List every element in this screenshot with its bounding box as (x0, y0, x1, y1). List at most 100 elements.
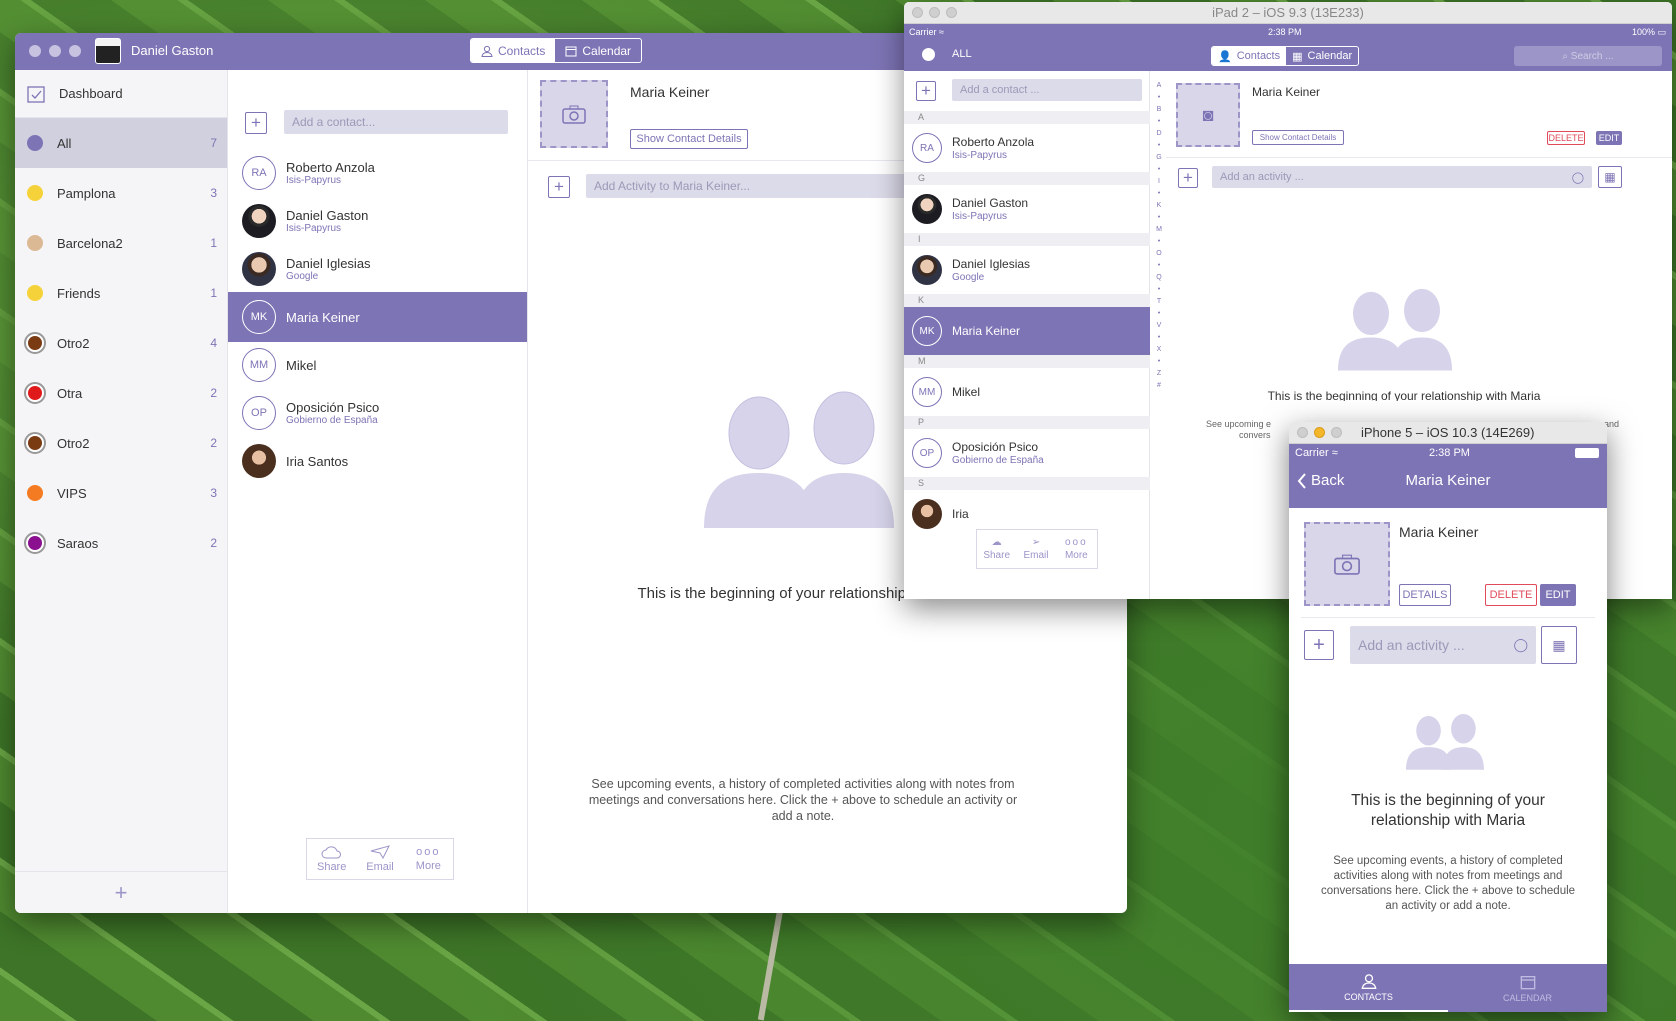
contact-row[interactable]: OP Oposición Psico Gobierno de España (228, 388, 527, 438)
contact-photo-avatar (912, 194, 942, 224)
details-button[interactable]: DETAILS (1399, 584, 1451, 606)
plus-icon: + (554, 177, 564, 196)
zoom-window-button[interactable] (946, 7, 957, 18)
all-group-label: ALL (952, 48, 972, 60)
calendar-activity-button[interactable]: ▦ (1598, 166, 1622, 188)
zoom-window-button[interactable] (69, 45, 81, 57)
more-button[interactable]: ooo More (1056, 530, 1097, 568)
add-activity-button[interactable]: + (1304, 630, 1334, 660)
tab-contacts[interactable]: 👤 Contacts (1212, 47, 1287, 65)
delete-button[interactable]: DELETE (1485, 584, 1537, 606)
contact-row[interactable]: Daniel Iglesias Google (904, 246, 1150, 294)
more-button[interactable]: ooo More (404, 839, 453, 879)
tab-calendar[interactable]: Calendar (555, 39, 641, 62)
edit-button[interactable]: EDIT (1596, 131, 1622, 145)
empty-state-title: This is the beginning of your relationsh… (1267, 389, 1541, 401)
add-contact-input[interactable]: Add a contact ... (952, 79, 1142, 101)
contact-name: Maria Keiner (286, 309, 360, 325)
sidebar-item-vips[interactable]: VIPS 3 (15, 468, 227, 518)
sidebar-item-friends[interactable]: Friends 1 (15, 268, 227, 318)
sidebar-item-otra[interactable]: Otra 2 (15, 368, 227, 418)
calendar-activity-button[interactable]: ▦ (1541, 626, 1577, 664)
sidebar-item-otro2[interactable]: Otro2 4 (15, 318, 227, 368)
ipad-sim-titlebar: iPad 2 – iOS 9.3 (13E233) (904, 2, 1672, 24)
close-window-button[interactable] (29, 45, 41, 57)
status-time: 2:38 PM (1268, 27, 1302, 37)
contact-initials-avatar: OP (912, 438, 942, 468)
add-activity-button[interactable]: + (548, 176, 570, 198)
minimize-window-button[interactable] (49, 45, 61, 57)
delete-button[interactable]: DELETE (1547, 131, 1585, 145)
contact-row[interactable]: RA Roberto Anzola Isis-Papyrus (904, 124, 1150, 172)
contact-row[interactable]: Iria Santos (228, 436, 527, 486)
contact-photo-placeholder[interactable]: ◙ (1176, 83, 1240, 147)
show-contact-details-button[interactable]: Show Contact Details (630, 129, 748, 149)
sidebar-item-all[interactable]: All 7 (15, 118, 227, 168)
comment-icon: ◯ (1571, 171, 1584, 184)
ipad-contact-list: + Add a contact ... A RA Roberto Anzola Is… (904, 71, 1150, 599)
comment-icon: ◯ (1513, 637, 1528, 652)
alphabet-index[interactable]: A • B • D • G • I • K • M • O • Q • T • V • X • Z # (1154, 82, 1164, 389)
contact-row[interactable]: RA Roberto Anzola Isis-Papyrus (228, 148, 527, 198)
add-activity-input[interactable]: Add an activity ... ◯ (1212, 166, 1592, 188)
contact-row-selected[interactable]: MK Maria Keiner (228, 292, 527, 342)
add-activity-button[interactable]: + (1178, 168, 1198, 188)
paper-plane-icon (370, 845, 390, 859)
tab-calendar[interactable]: ▦ Calendar (1286, 47, 1358, 65)
dashboard-label: Dashboard (59, 86, 123, 101)
zoom-window-button[interactable] (1331, 427, 1342, 438)
plus-icon: + (114, 879, 128, 905)
user-avatar[interactable] (95, 38, 121, 64)
user-name: Daniel Gaston (131, 43, 214, 58)
tab-contacts[interactable]: Contacts (471, 39, 556, 62)
contact-row[interactable]: Daniel Iglesias Google (228, 244, 527, 294)
tab-contacts[interactable]: CONTACTS (1289, 964, 1448, 1012)
sidebar-item-dashboard[interactable]: Dashboard (15, 70, 227, 118)
minimize-window-button[interactable] (929, 7, 940, 18)
contact-row-selected[interactable]: MK Maria Keiner (904, 307, 1150, 355)
share-button[interactable]: Share (307, 839, 356, 879)
email-button[interactable]: ➢ Email (1016, 530, 1055, 568)
contact-photo-avatar (242, 444, 276, 478)
sidebar-item-saraos[interactable]: Saraos 2 (15, 518, 227, 568)
show-contact-details-button[interactable]: Show Contact Details (1252, 130, 1344, 145)
contact-photo-placeholder[interactable] (540, 80, 608, 148)
contact-detail-name: Maria Keiner (1252, 85, 1321, 99)
search-input[interactable]: ⌕ Search ... (1514, 46, 1662, 66)
contact-row[interactable]: OP Oposición Psico Gobierno de España (904, 429, 1150, 477)
people-illustration-icon (1338, 288, 1452, 371)
add-activity-input[interactable]: Add an activity ... ◯ (1350, 626, 1536, 664)
sidebar-item-otro2-b[interactable]: Otro2 2 (15, 418, 227, 468)
share-cloud-icon (321, 846, 341, 859)
contact-row[interactable]: MM Mikel (904, 368, 1150, 416)
share-button[interactable]: ☁ Share (977, 530, 1016, 568)
people-illustration-icon (704, 391, 894, 528)
contact-row[interactable]: Daniel Gaston Isis-Papyrus (904, 185, 1150, 233)
empty-state-description-left: See upcoming e (1206, 419, 1272, 429)
tab-calendar[interactable]: CALENDAR (1448, 964, 1607, 1012)
all-group-dot[interactable] (922, 48, 935, 61)
close-window-button[interactable] (912, 7, 923, 18)
contact-name: Daniel Gaston (286, 208, 369, 223)
add-contact-button[interactable]: + (245, 112, 267, 134)
contact-row[interactable]: MM Mikel (228, 340, 527, 390)
search-icon: ⌕ (1562, 50, 1568, 62)
edit-button[interactable]: EDIT (1540, 584, 1576, 606)
calendar-icon (1520, 975, 1535, 989)
add-contact-button[interactable]: + (916, 81, 936, 101)
group-label: Otra (57, 385, 83, 401)
sidebar-item-pamplona[interactable]: Pamplona 3 (15, 168, 227, 218)
tab-contacts-label: Contacts (498, 43, 546, 58)
contact-photo-placeholder[interactable] (1304, 522, 1390, 606)
add-group-button[interactable]: + (15, 871, 227, 913)
sidebar-item-barcelona2[interactable]: Barcelona2 1 (15, 218, 227, 268)
paper-plane-icon: ➢ (1031, 537, 1041, 548)
battery-label: 100% ▭ (1631, 27, 1666, 37)
add-contact-input[interactable]: Add a contact... (284, 110, 508, 134)
contact-row[interactable]: Daniel Gaston Isis-Papyrus (228, 196, 527, 246)
contact-name: Daniel Gaston (952, 196, 1029, 210)
email-button[interactable]: Email (356, 839, 403, 879)
contact-actions-bar: Share Email ooo More (306, 838, 454, 880)
close-window-button[interactable] (1297, 427, 1308, 438)
minimize-window-button[interactable] (1314, 427, 1325, 438)
